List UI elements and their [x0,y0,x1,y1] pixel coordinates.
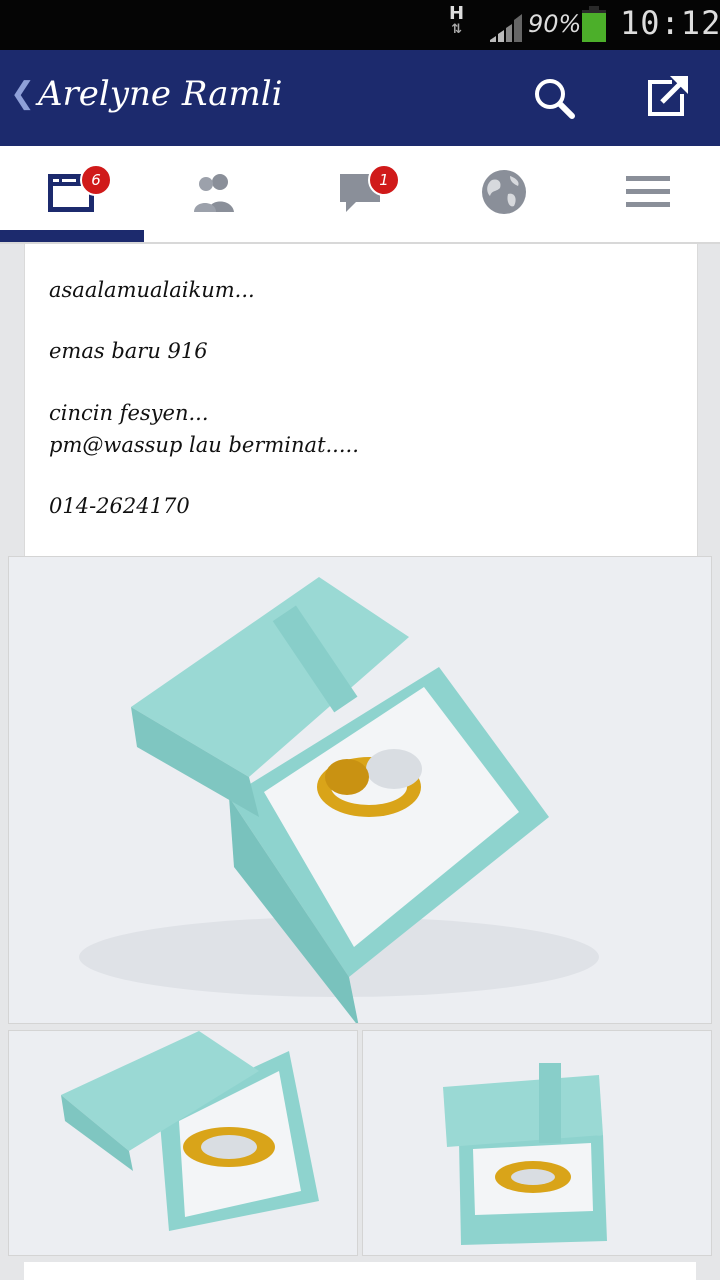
tab-news-feed[interactable]: 6 [0,146,144,242]
title-bar: ❮ Arelyne Ramli [0,50,720,146]
active-tab-indicator [0,230,144,242]
post-footer [24,1262,696,1280]
menu-icon [626,176,670,207]
battery-percent: 90% [528,10,582,38]
message-badge: 1 [368,164,400,196]
post-body: asaalamualaikum... emas baru 916 cincin … [24,244,698,556]
tab-messages[interactable]: 1 [288,146,432,242]
post-line: asaalamualaikum... [49,278,255,302]
main-photo[interactable] [8,556,712,1024]
globe-icon [482,170,526,214]
share-icon[interactable] [642,74,690,122]
tab-friend-requests[interactable] [144,146,288,242]
thumbnail-left[interactable] [8,1030,358,1256]
clock: 10:12 [620,4,720,42]
thumbnail-right[interactable] [362,1030,712,1256]
search-icon[interactable] [530,74,578,122]
status-bar: H ⇅ 90% 10:12 [0,0,720,50]
ring-box-image [9,1031,357,1255]
network-type: H [449,3,465,24]
page-title[interactable]: Arelyne Ramli [38,74,282,114]
signal-icon [490,14,522,42]
ring-box-image [363,1031,711,1255]
notification-badge: 6 [80,164,112,196]
tab-more-menu[interactable] [576,146,720,242]
tab-notifications[interactable] [432,146,576,242]
ring-box-image [9,557,711,1023]
battery-icon [582,6,606,42]
post-line: pm@wassup lau berminat..... [49,433,359,457]
post-line: emas baru 916 [49,339,208,363]
back-chevron-icon[interactable]: ❮ [10,76,35,111]
friends-icon [194,174,234,212]
post-line: cincin fesyen... [49,401,209,425]
data-arrows-icon: ⇅ [451,22,462,37]
post-phone[interactable]: 014-2624170 [49,494,190,518]
network-indicator: H ⇅ [449,3,465,38]
